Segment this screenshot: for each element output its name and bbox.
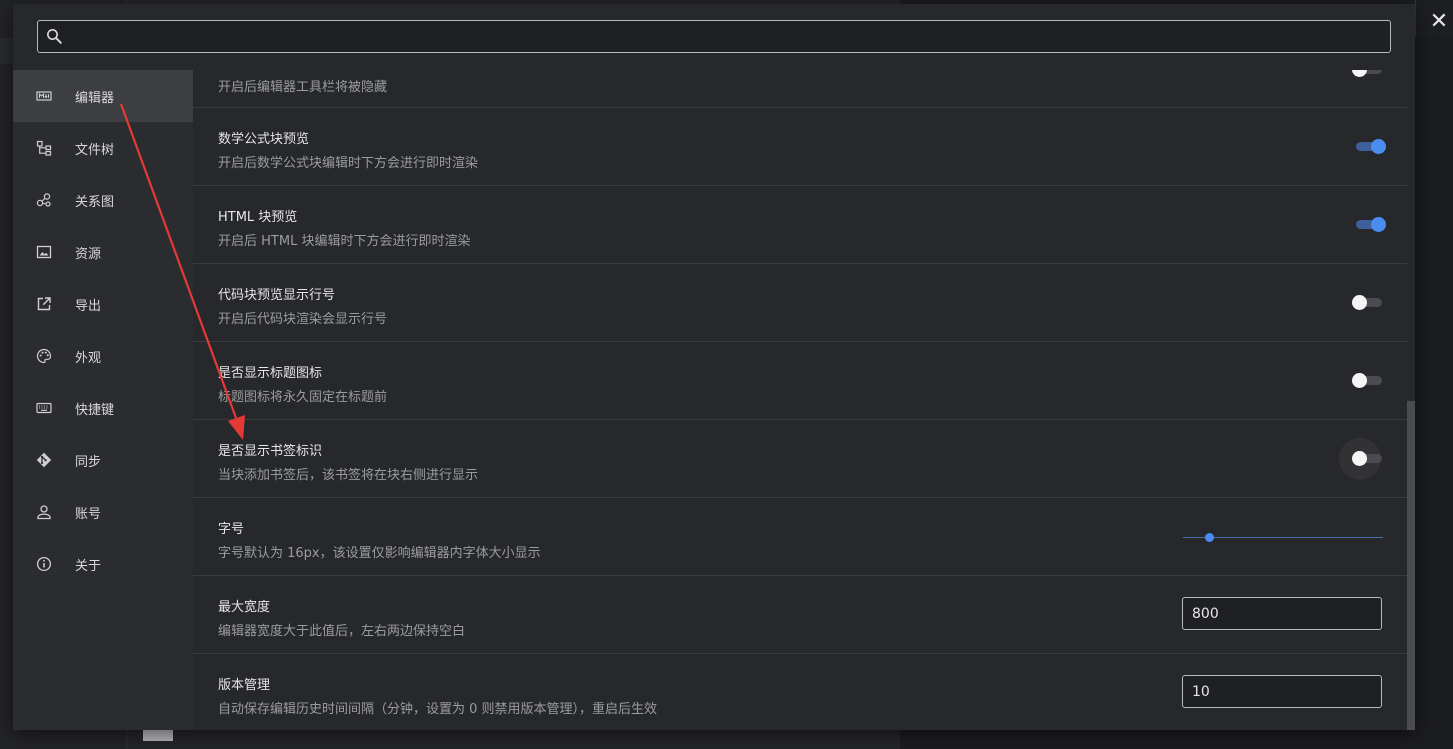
sidebar-item-label: 外观 bbox=[75, 350, 102, 366]
toggle-knob bbox=[1352, 451, 1367, 466]
setting-row-bookmark-flag: 是否显示书签标识 当块添加书签后，该书签将在块右侧进行显示 bbox=[193, 420, 1407, 498]
search-icon bbox=[47, 29, 62, 44]
setting-row-font-size: 字号 字号默认为 16px，该设置仅影响编辑器内字体大小显示 bbox=[193, 498, 1407, 576]
sidebar-item-export[interactable]: 导出 bbox=[13, 278, 193, 330]
sidebar-item-label: 文件树 bbox=[75, 142, 115, 158]
hide-toolbar-toggle[interactable] bbox=[1352, 70, 1384, 77]
account-icon bbox=[36, 504, 52, 520]
toggle-knob bbox=[1352, 373, 1367, 388]
sidebar-item-label: 关系图 bbox=[75, 194, 115, 210]
html-preview-toggle[interactable] bbox=[1354, 217, 1386, 232]
setting-desc: 开启后代码块渲染会显示行号 bbox=[218, 312, 388, 327]
sidebar-item-graph[interactable]: 关系图 bbox=[13, 174, 193, 226]
setting-desc: 开启后 HTML 块编辑时下方会进行即时渲染 bbox=[218, 234, 471, 249]
file-tree-icon bbox=[36, 140, 52, 156]
search-bar bbox=[37, 20, 1391, 53]
setting-row-math-preview: 数学公式块预览 开启后数学公式块编辑时下方会进行即时渲染 bbox=[193, 108, 1407, 186]
sidebar-item-keymap[interactable]: 快捷键 bbox=[13, 382, 193, 434]
sidebar-item-label: 关于 bbox=[75, 558, 102, 574]
settings-sidebar: 编辑器 文件树 关系图 资源 导出 外观 快捷键 同步 账号 关于 bbox=[13, 70, 193, 730]
graph-icon bbox=[36, 192, 52, 208]
setting-title: 代码块预览显示行号 bbox=[218, 288, 336, 303]
sidebar-item-about[interactable]: 关于 bbox=[13, 538, 193, 590]
setting-title: 字号 bbox=[218, 522, 245, 537]
sidebar-item-sync[interactable]: 同步 bbox=[13, 434, 193, 486]
export-icon bbox=[36, 296, 52, 312]
close-icon: ✕ bbox=[1429, 9, 1449, 34]
setting-title: 是否显示书签标识 bbox=[218, 444, 323, 459]
sidebar-item-label: 快捷键 bbox=[75, 402, 115, 418]
info-icon bbox=[36, 556, 52, 572]
setting-desc: 字号默认为 16px，该设置仅影响编辑器内字体大小显示 bbox=[218, 546, 541, 561]
bookmark-flag-toggle[interactable] bbox=[1339, 438, 1384, 480]
search-input[interactable] bbox=[37, 20, 1391, 53]
toggle-knob bbox=[1371, 139, 1386, 154]
setting-desc: 开启后编辑器工具栏将被隐藏 bbox=[218, 80, 388, 95]
setting-row-code-line-numbers: 代码块预览显示行号 开启后代码块渲染会显示行号 bbox=[193, 264, 1407, 342]
settings-scrollbar[interactable] bbox=[1407, 401, 1415, 730]
history-interval-input[interactable] bbox=[1182, 675, 1382, 708]
setting-row-history: 版本管理 自动保存编辑历史时间间隔（分钟，设置为 0 则禁用版本管理），重启后生… bbox=[193, 654, 1407, 730]
setting-title: 最大宽度 bbox=[218, 600, 271, 615]
sidebar-item-editor[interactable]: 编辑器 bbox=[13, 70, 193, 122]
math-preview-toggle[interactable] bbox=[1354, 139, 1386, 154]
setting-row-hide-toolbar: 开启后编辑器工具栏将被隐藏 bbox=[193, 70, 1407, 108]
setting-title: HTML 块预览 bbox=[218, 210, 298, 225]
keyboard-icon bbox=[36, 400, 52, 416]
toggle-knob bbox=[1352, 295, 1367, 310]
font-size-slider[interactable] bbox=[1183, 531, 1383, 545]
max-width-input[interactable] bbox=[1182, 597, 1382, 630]
slider-thumb[interactable] bbox=[1204, 533, 1214, 542]
setting-title: 版本管理 bbox=[218, 678, 271, 693]
image-icon bbox=[36, 244, 52, 260]
setting-desc: 当块添加书签后，该书签将在块右侧进行显示 bbox=[218, 468, 479, 483]
sidebar-item-assets[interactable]: 资源 bbox=[13, 226, 193, 278]
setting-desc: 自动保存编辑历史时间间隔（分钟，设置为 0 则禁用版本管理），重启后生效 bbox=[218, 702, 658, 717]
setting-title: 数学公式块预览 bbox=[218, 132, 310, 147]
sidebar-item-appearance[interactable]: 外观 bbox=[13, 330, 193, 382]
sidebar-item-account[interactable]: 账号 bbox=[13, 486, 193, 538]
setting-title: 是否显示标题图标 bbox=[218, 366, 323, 381]
setting-row-heading-icon: 是否显示标题图标 标题图标将永久固定在标题前 bbox=[193, 342, 1407, 420]
sidebar-item-file-tree[interactable]: 文件树 bbox=[13, 122, 193, 174]
sidebar-item-label: 资源 bbox=[75, 246, 102, 262]
toggle-knob bbox=[1352, 70, 1367, 77]
setting-desc: 标题图标将永久固定在标题前 bbox=[218, 390, 388, 405]
heading-icon-toggle[interactable] bbox=[1352, 373, 1384, 388]
setting-desc: 编辑器宽度大于此值后，左右两边保持空白 bbox=[218, 624, 466, 639]
sidebar-item-label: 账号 bbox=[75, 506, 102, 522]
setting-desc: 开启后数学公式块编辑时下方会进行即时渲染 bbox=[218, 156, 479, 171]
palette-icon bbox=[36, 348, 52, 364]
git-sync-icon bbox=[36, 452, 52, 468]
close-dialog-button[interactable]: ✕ bbox=[1427, 10, 1451, 34]
sidebar-item-label: 导出 bbox=[75, 298, 102, 314]
setting-row-html-preview: HTML 块预览 开启后 HTML 块编辑时下方会进行即时渲染 bbox=[193, 186, 1407, 264]
sidebar-item-label: 编辑器 bbox=[75, 90, 115, 106]
toggle-knob bbox=[1371, 217, 1386, 232]
markdown-icon bbox=[36, 88, 52, 104]
settings-panel: 开启后编辑器工具栏将被隐藏 数学公式块预览 开启后数学公式块编辑时下方会进行即时… bbox=[193, 70, 1407, 730]
settings-dialog: 编辑器 文件树 关系图 资源 导出 外观 快捷键 同步 账号 关于 开启后编辑器… bbox=[13, 4, 1415, 730]
setting-row-max-width: 最大宽度 编辑器宽度大于此值后，左右两边保持空白 bbox=[193, 576, 1407, 654]
sidebar-item-label: 同步 bbox=[75, 454, 102, 470]
code-line-numbers-toggle[interactable] bbox=[1352, 295, 1384, 310]
